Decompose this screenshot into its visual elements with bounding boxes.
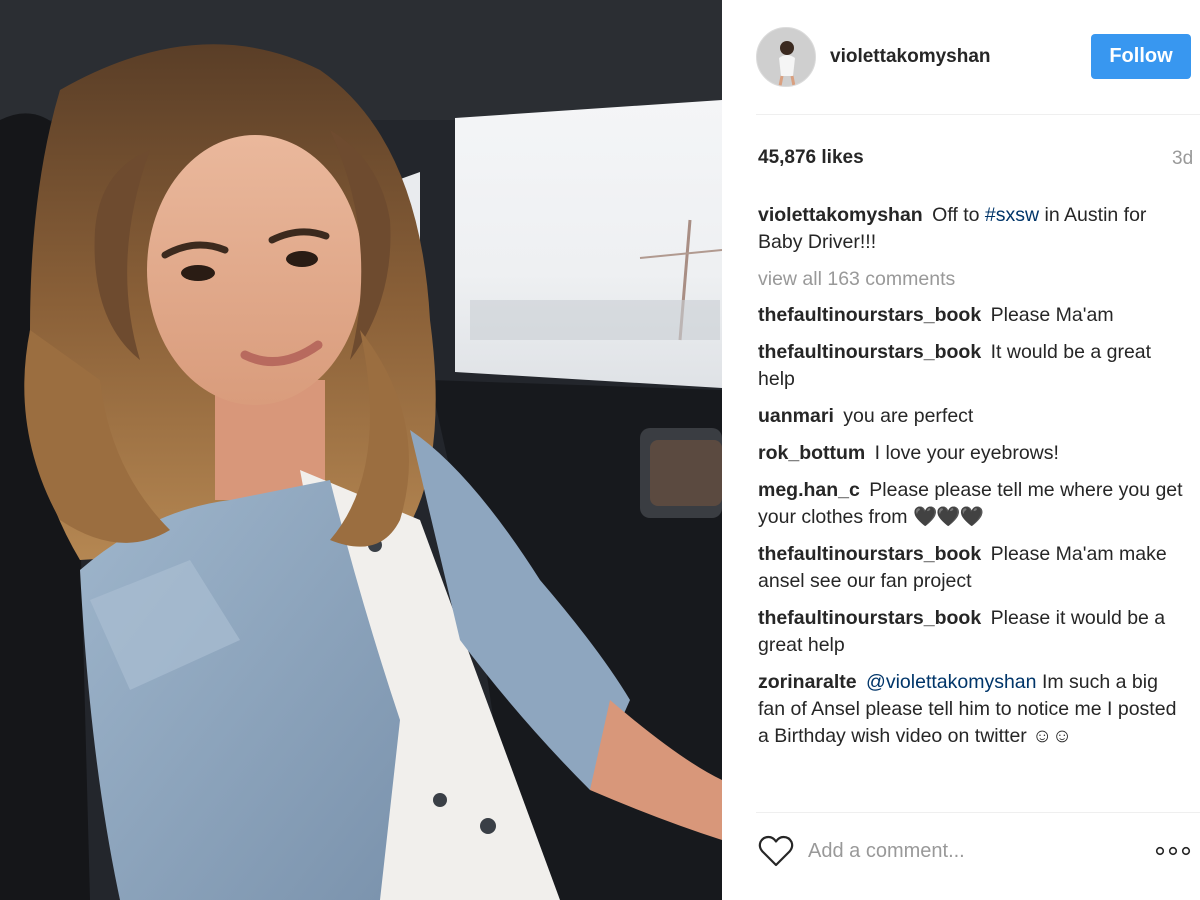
smiley-emoji: ☺☺	[1032, 725, 1073, 747]
mention-link[interactable]: @violettakomyshan	[866, 671, 1036, 693]
heart-outline-icon[interactable]	[758, 835, 794, 867]
post-author-username[interactable]: violettakomyshan	[830, 46, 991, 68]
selfie-in-car-image	[0, 0, 722, 900]
post-caption: violettakomyshan Off to #sxsw in Austin …	[758, 202, 1190, 256]
post-side-panel: violettakomyshan Follow 45,876 likes 3d …	[722, 0, 1200, 900]
add-comment-input[interactable]	[808, 835, 1138, 867]
comment-username[interactable]: meg.han_c	[758, 479, 860, 501]
avatar[interactable]	[756, 27, 816, 87]
caption-username[interactable]: violettakomyshan	[758, 204, 923, 226]
comment-item: thefaultinourstars_book Please Ma'am mak…	[758, 541, 1190, 595]
view-all-comments-link[interactable]: view all 163 comments	[758, 266, 1190, 293]
post-header: violettakomyshan Follow	[722, 0, 1200, 114]
comment-username[interactable]: thefaultinourstars_book	[758, 607, 981, 629]
comment-item: meg.han_c Please please tell me where yo…	[758, 477, 1190, 531]
comment-username[interactable]: zorinaralte	[758, 671, 857, 693]
hashtag-link[interactable]: #sxsw	[985, 204, 1039, 226]
comment-item: thefaultinourstars_book It would be a gr…	[758, 339, 1190, 393]
comment-item: thefaultinourstars_book Please Ma'am	[758, 302, 1190, 329]
header-divider	[756, 114, 1200, 115]
follow-button[interactable]: Follow	[1091, 34, 1191, 79]
comment-username[interactable]: rok_bottum	[758, 442, 865, 464]
comment-username[interactable]: thefaultinourstars_book	[758, 341, 981, 363]
comment-username[interactable]: thefaultinourstars_book	[758, 543, 981, 565]
likes-count[interactable]: 45,876 likes	[758, 147, 864, 169]
black-heart-emoji: 🖤🖤🖤	[912, 506, 984, 528]
post-actions-bar	[722, 813, 1200, 900]
avatar-image	[757, 28, 815, 86]
comment-username[interactable]: thefaultinourstars_book	[758, 304, 981, 326]
comment-item: rok_bottum I love your eyebrows!	[758, 440, 1190, 467]
comment-item: thefaultinourstars_book Please it would …	[758, 605, 1190, 659]
comment-username[interactable]: uanmari	[758, 405, 834, 427]
post-age[interactable]: 3d	[1172, 148, 1200, 170]
comment-text: you are perfect	[843, 405, 974, 427]
comment-item: uanmari you are perfect	[758, 403, 1190, 430]
comment-item: zorinaralte @violettakomyshan Im such a …	[758, 669, 1190, 750]
caption-text-before: Off to	[932, 204, 980, 226]
post-photo[interactable]	[0, 0, 722, 900]
comment-text: I love your eyebrows!	[874, 442, 1059, 464]
more-options-icon[interactable]	[1154, 841, 1192, 861]
comments-list: violettakomyshan Off to #sxsw in Austin …	[758, 202, 1190, 750]
comment-text: Please Ma'am	[990, 304, 1114, 326]
